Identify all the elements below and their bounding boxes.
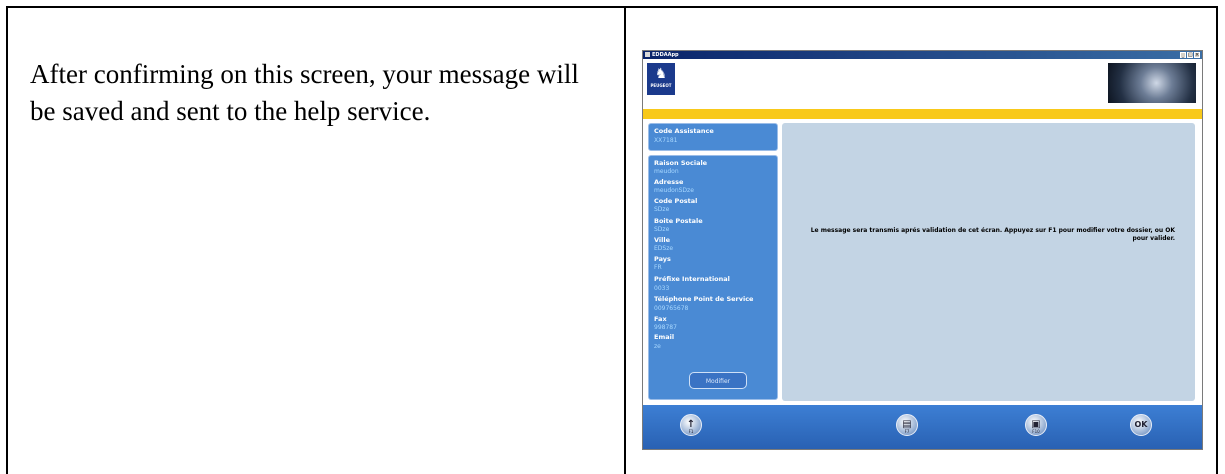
modifier-button[interactable]: Modifier [689, 372, 747, 389]
client-info-box: Raison Sociale meudon Adresse meudonSDze… [648, 155, 778, 400]
maximize-icon[interactable]: □ [1187, 52, 1193, 58]
field-value: meudon [654, 168, 679, 175]
ok-button[interactable]: OK [1130, 414, 1152, 436]
key-label: F7 [904, 429, 910, 434]
field-label: Email [654, 333, 675, 341]
field-label: Boite Postale [654, 217, 703, 225]
field-label: Fax [654, 315, 667, 323]
confirmation-message: Le message sera transmis aprés validatio… [810, 227, 1175, 242]
field-label: Préfixe International [654, 275, 730, 283]
yellow-separator [643, 109, 1202, 119]
app-header: ♞ PEUGEOT [643, 59, 1202, 109]
minimize-icon[interactable]: _ [1180, 52, 1186, 58]
ok-icon: OK [1134, 420, 1148, 429]
column-divider [624, 8, 626, 474]
field-label: Code Postal [654, 197, 698, 205]
window-title: EDDAApp [652, 52, 679, 58]
field-label: Ville [654, 236, 671, 244]
description-text: After confirming on this screen, your me… [30, 59, 579, 126]
field-value: meudonSDze [654, 187, 694, 194]
f10-button[interactable]: ▣ F10 [1025, 414, 1047, 436]
function-key-bar: ↑ F1 ▤ F7 ▣ F10 OK [643, 405, 1202, 449]
app-icon [645, 52, 650, 57]
field-value: SDze [654, 206, 670, 213]
banner-image [1108, 63, 1196, 103]
brand-name: PEUGEOT [650, 83, 672, 88]
field-value: 009765678 [654, 305, 689, 312]
key-label: F1 [688, 429, 694, 434]
lion-icon: ♞ [654, 66, 668, 82]
key-label: F10 [1032, 429, 1040, 434]
field-label: Pays [654, 255, 671, 263]
code-assistance-box: Code Assistance XX7181 [648, 123, 778, 151]
window-controls: _ □ × [1180, 52, 1200, 58]
message-panel: Le message sera transmis aprés validatio… [782, 123, 1195, 401]
field-value: XX7181 [654, 137, 678, 144]
field-value: 0033 [654, 285, 670, 292]
title-bar: EDDAApp _ □ × [643, 51, 1202, 59]
f7-button[interactable]: ▤ F7 [896, 414, 918, 436]
app-window: EDDAApp _ □ × ♞ PEUGEOT Code Assistance … [642, 50, 1203, 450]
field-label: Adresse [654, 178, 684, 186]
field-value: EDSze [654, 245, 674, 252]
dossier-panel: Code Assistance XX7181 Raison Sociale me… [648, 123, 778, 401]
field-label: Téléphone Point de Service [654, 295, 754, 303]
close-icon[interactable]: × [1194, 52, 1200, 58]
field-value: 998787 [654, 324, 677, 331]
field-label: Raison Sociale [654, 159, 708, 167]
f1-button[interactable]: ↑ F1 [680, 414, 702, 436]
field-label: Code Assistance [654, 127, 714, 135]
field-value: FR [654, 264, 662, 271]
field-value: ze [654, 343, 661, 350]
field-value: SDze [654, 226, 670, 233]
document-table: After confirming on this screen, your me… [6, 6, 1218, 474]
peugeot-logo: ♞ PEUGEOT [647, 63, 675, 95]
